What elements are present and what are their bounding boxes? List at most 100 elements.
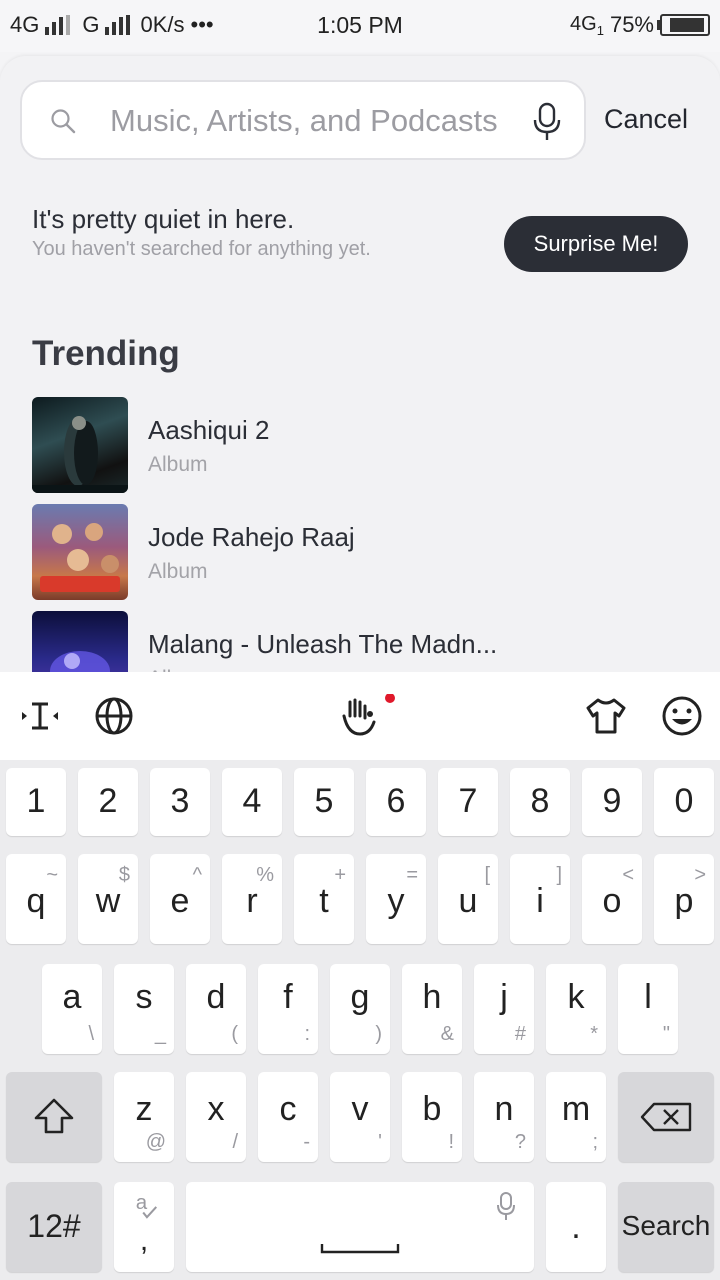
key-label: f [283,978,293,1016]
key-u[interactable]: [u [438,854,498,944]
shift-key[interactable] [6,1072,102,1162]
theme-shirt-icon[interactable] [584,694,628,738]
key-alt: ( [231,1023,238,1045]
key-s[interactable]: s _ [114,964,174,1054]
key-9[interactable]: 9 [582,768,642,836]
key-8[interactable]: 8 [510,768,570,836]
album-art-jode-rahejo-raaj [40,523,120,592]
backspace-icon [640,1102,692,1132]
network-indicator: 4G1 [570,13,604,38]
key-7[interactable]: 7 [438,768,498,836]
key-e[interactable]: ^ e [150,854,210,944]
key-label: d [206,978,226,1016]
key-label: x [207,1090,225,1128]
key-2[interactable]: 2 [78,768,138,836]
key-j[interactable]: j # [474,964,534,1054]
key-label: 5 [314,782,334,820]
key-alt: \ [88,1023,94,1045]
key-label: s [135,978,153,1016]
cursor-move-icon[interactable] [18,694,62,738]
trending-item-title: Aashiqui 2 [148,415,270,445]
network-type-3: 4G [570,12,597,35]
empty-state-title: It's pretty quiet in here. [32,204,295,234]
key-n[interactable]: n? [474,1072,534,1162]
battery-percent: 75% [609,12,654,37]
symbols-key[interactable]: 12# [6,1182,102,1272]
key-label: b [422,1090,442,1128]
key-1[interactable]: 1 [6,768,66,836]
key-w[interactable]: $ w [78,854,138,944]
key-p[interactable]: > p [654,854,714,944]
key-alt: ) [375,1023,382,1045]
key-d[interactable]: d( [186,964,246,1054]
gesture-icon[interactable] [338,694,402,738]
search-sheet: Cancel It's pretty quiet in here. You ha… [0,56,720,672]
key-k[interactable]: k * [546,964,606,1054]
key-a[interactable]: a \ [42,964,102,1054]
trending-item-title: Malang - Unleash The Madn... [148,629,498,659]
key-t[interactable]: + t [294,854,354,944]
key-6[interactable]: 6 [366,768,426,836]
key-q[interactable]: ~ q [6,854,66,944]
svg-text:a: a [136,1191,148,1214]
key-l[interactable]: l " [618,964,678,1054]
network-slot: 1 [596,22,604,38]
album-cover [32,504,128,600]
key-alt: & [440,1023,454,1045]
key-g[interactable]: g) [330,964,390,1054]
trending-item[interactable]: Malang - Unleash The Madn... Album [32,611,692,672]
key-3[interactable]: 3 [150,768,210,836]
key-label: c [279,1090,297,1128]
period-key[interactable]: . [546,1182,606,1272]
key-y[interactable]: = y [366,854,426,944]
album-art-aashiqui [32,416,128,493]
key-c[interactable]: c- [258,1072,318,1162]
key-label: w [95,882,121,920]
backspace-key[interactable] [618,1072,714,1162]
key-4[interactable]: 4 [222,768,282,836]
search-key[interactable]: Search [618,1182,714,1272]
key-v[interactable]: v ' [330,1072,390,1162]
key-label: v [351,1090,369,1128]
key-label: 8 [530,782,550,820]
spacebar[interactable] [186,1182,534,1272]
key-5[interactable]: 5 [294,768,354,836]
status-right: 4G1 75% [570,12,710,38]
trending-item[interactable]: Aashiqui 2 Album [32,397,692,493]
key-i[interactable]: ] i [510,854,570,944]
key-alt: ' [378,1131,382,1153]
search-bar[interactable] [20,80,586,160]
key-h[interactable]: h & [402,964,462,1054]
key-z[interactable]: z @ [114,1072,174,1162]
surprise-me-button[interactable]: Surprise Me! [504,216,688,272]
microphone-icon[interactable] [532,102,562,142]
key-r[interactable]: % r [222,854,282,944]
emoji-icon[interactable] [660,694,704,738]
cancel-button[interactable]: Cancel [604,104,688,135]
key-x[interactable]: x / [186,1072,246,1162]
search-input[interactable] [108,96,512,146]
trending-item[interactable]: Jode Rahejo Raaj Album [32,504,692,600]
key-alt: " [662,1023,670,1045]
key-label: q [26,882,46,920]
status-bar: 4G G 0K/s ••• 1:05 PM 4G1 75% [0,0,720,52]
key-alt: : [304,1023,310,1045]
key-label: z [135,1090,153,1128]
globe-icon[interactable] [92,694,136,738]
key-label: t [319,882,329,920]
key-label: 9 [602,782,622,820]
key-alt: # [514,1023,526,1045]
key-label: 12# [27,1208,81,1244]
key-label: 6 [386,782,406,820]
key-label: l [644,978,652,1016]
key-f[interactable]: f: [258,964,318,1054]
key-o[interactable]: < o [582,854,642,944]
key-0[interactable]: 0 [654,768,714,836]
key-label: Search [621,1210,711,1241]
trending-heading: Trending [32,334,180,373]
comma-key[interactable]: a , [114,1182,174,1272]
space-icon [320,1244,400,1254]
battery-icon [657,14,710,36]
key-b[interactable]: b! [402,1072,462,1162]
key-m[interactable]: m; [546,1072,606,1162]
